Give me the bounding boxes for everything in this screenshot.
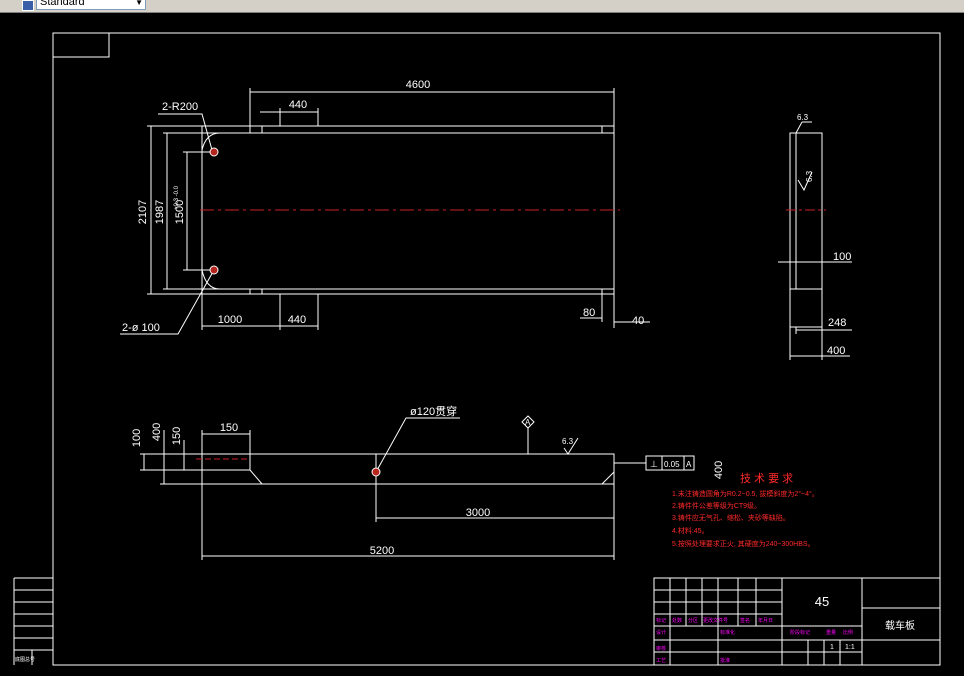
side-dim-400: 400 xyxy=(827,345,845,357)
note-5: 5.按照处理要求正火, 其硬度为240~300HBS。 xyxy=(672,539,815,548)
hole-top xyxy=(209,147,219,157)
style-icon[interactable] xyxy=(22,0,34,11)
drawing-number-box xyxy=(52,32,110,58)
note-2: 2.铸件件公差等级为CT9级。 xyxy=(672,501,761,510)
tolerance-value: 0.05 xyxy=(664,460,680,469)
dim-gap-b: 40 xyxy=(632,315,644,327)
drawing-border xyxy=(52,32,941,666)
tb-label-count: 处数 xyxy=(672,617,682,624)
tb-label-zone: 分区 xyxy=(688,617,698,624)
side-dim-100: 100 xyxy=(833,251,851,263)
hole-through-label: ø120贯穿 xyxy=(410,404,457,418)
tb-label-mark: 标记 xyxy=(656,617,666,624)
dim-slot-bottom: 440 xyxy=(288,314,306,326)
tb-label-change: 更改文件号 xyxy=(703,617,728,624)
tolerance-note: +0.3 -0.0 xyxy=(174,185,180,210)
tb-approve: 批准 xyxy=(720,657,730,664)
tb-ratio: 1:1 xyxy=(845,644,855,651)
tb-standard: 标准化 xyxy=(720,629,735,636)
note-4: 4.材料:45。 xyxy=(672,526,709,535)
tb-label-date: 年月日 xyxy=(758,617,773,624)
dim-3000: 3000 xyxy=(466,507,490,519)
dim-left: 1000 xyxy=(218,314,242,326)
front-dim-150-vertical: 150 xyxy=(171,427,183,445)
tb-scale: 比例 xyxy=(843,629,853,636)
hole-label: 2-ø 100 xyxy=(122,322,160,334)
tb-label-sign: 签名 xyxy=(740,617,750,624)
technical-notes: 技 术 要 求 1.未注铸造圆角为R0.2~0.5, 拔模斜度为2°~4°。 2… xyxy=(672,472,819,548)
notes-title: 技 术 要 求 xyxy=(740,472,793,485)
tb-stage: 阶段标记 xyxy=(790,629,810,636)
note-1: 1.未注铸造圆角为R0.2~0.5, 拔模斜度为2°~4°。 xyxy=(672,489,819,498)
side-roughness: 6.3 xyxy=(797,113,809,122)
material: 45 xyxy=(815,594,829,609)
front-view xyxy=(140,415,695,560)
left-strip-label: 底图总号 xyxy=(15,656,35,663)
datum-a: A xyxy=(525,418,531,427)
tb-process: 工艺 xyxy=(656,658,666,664)
dim-height-total: 2107 xyxy=(137,200,149,224)
tb-weight: 重量 xyxy=(826,629,836,636)
part-name: 载车板 xyxy=(885,619,915,632)
front-dim-400-vertical: 400 xyxy=(713,461,725,479)
front-dim-400: 400 xyxy=(151,423,163,441)
drawing-canvas[interactable]: 4600 440 2-R200 2107 1987 1500 +0.3 -0.0… xyxy=(0,12,964,676)
hole-bottom xyxy=(209,265,219,275)
chevron-down-icon[interactable]: ▼ xyxy=(135,0,143,10)
dim-slot: 440 xyxy=(289,99,307,111)
note-3: 3.铸件应无气孔、缩松、夹砂等缺陷。 xyxy=(672,513,790,522)
dim-gap-a: 80 xyxy=(583,307,595,319)
front-dim-100: 100 xyxy=(131,429,143,447)
dim-5200: 5200 xyxy=(370,545,394,557)
tolerance-symbol: ⊥ xyxy=(650,459,658,469)
front-dim-150: 150 xyxy=(220,422,238,434)
radius-label: 2-R200 xyxy=(162,101,198,113)
front-roughness: 6.3 xyxy=(562,437,574,446)
style-select-value: Standard xyxy=(40,0,85,8)
hole-front xyxy=(371,467,381,477)
side-dim-248: 248 xyxy=(828,317,846,329)
tb-audit: 审核 xyxy=(656,645,666,652)
top-view xyxy=(120,88,650,335)
style-select[interactable]: Standard ▼ xyxy=(36,0,146,10)
tb-design: 设计 xyxy=(656,629,666,636)
dim-height-inner: 1987 xyxy=(154,200,166,224)
tolerance-datum: A xyxy=(686,460,692,469)
dim-length: 4600 xyxy=(406,79,430,91)
tb-qty: 1 xyxy=(830,644,834,651)
side-roughness-2: 6.3 xyxy=(805,170,814,182)
